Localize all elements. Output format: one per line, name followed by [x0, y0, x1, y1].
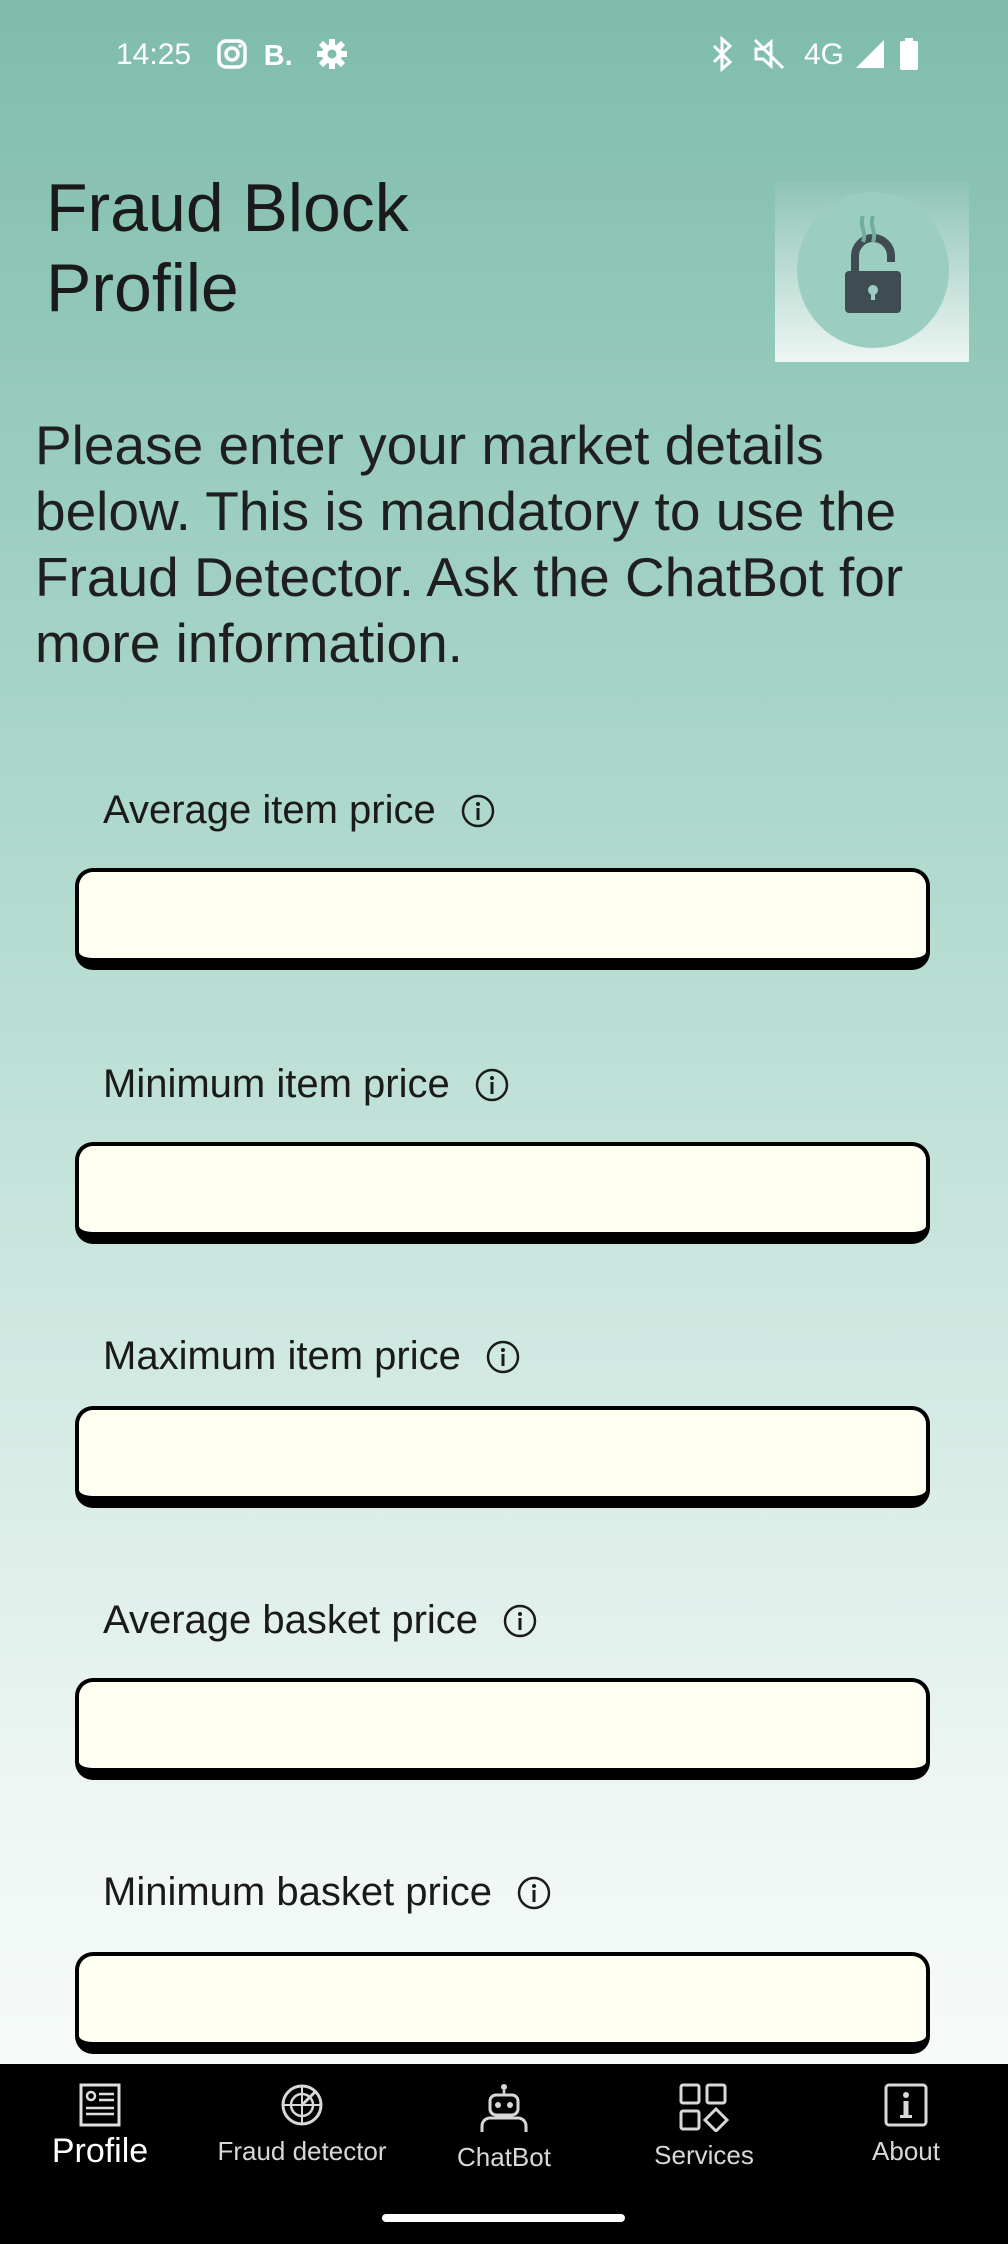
- minimum-item-price-input[interactable]: [75, 1142, 930, 1244]
- gear-icon: [317, 39, 347, 69]
- home-indicator[interactable]: [382, 2214, 625, 2222]
- svg-text:B.: B.: [264, 40, 293, 72]
- nav-label: Services: [654, 2140, 754, 2170]
- radar-icon: [281, 2084, 323, 2126]
- nav-item-fraud-detector[interactable]: Fraud detector: [202, 2082, 402, 2212]
- maximum-item-price-input[interactable]: [75, 1406, 930, 1508]
- lock-icon: [845, 216, 901, 313]
- profile-icon: [79, 2083, 121, 2127]
- bluetooth-icon: [712, 36, 733, 72]
- nav-label: Fraud detector: [217, 2136, 387, 2166]
- nav-item-about[interactable]: About: [806, 2082, 1006, 2212]
- minimum-basket-price-input[interactable]: [75, 1952, 930, 2054]
- average-basket-price-label: Average basket price: [103, 1598, 538, 1643]
- grid-icon: [679, 2083, 730, 2132]
- info-icon[interactable]: [474, 1067, 510, 1103]
- nav-label: About: [872, 2136, 940, 2166]
- info-icon: [884, 2083, 928, 2127]
- bottom-nav: Profile Fraud detector ChatBot Services …: [0, 2064, 1008, 2244]
- average-basket-price-input[interactable]: [75, 1678, 930, 1780]
- app-logo: [775, 182, 969, 362]
- nav-item-services[interactable]: Services: [604, 2082, 804, 2212]
- field-label-text: Minimum basket price: [103, 1870, 493, 1914]
- status-time: 14:25: [116, 38, 192, 71]
- intro-text: Please enter your market details below. …: [35, 414, 904, 674]
- nav-label: ChatBot: [457, 2142, 551, 2172]
- signal-icon: [856, 40, 884, 68]
- info-icon[interactable]: [502, 1603, 538, 1639]
- nav-item-profile[interactable]: Profile: [0, 2082, 200, 2212]
- field-label-text: Average basket price: [103, 1598, 479, 1642]
- minimum-item-price-label: Minimum item price: [103, 1062, 510, 1107]
- info-icon[interactable]: [485, 1339, 521, 1375]
- field-label-text: Minimum item price: [103, 1062, 450, 1106]
- nav-item-chatbot[interactable]: ChatBot: [404, 2082, 604, 2212]
- minimum-basket-price-label: Minimum basket price: [103, 1870, 552, 1915]
- booking-icon: B.: [264, 40, 293, 72]
- maximum-item-price-label: Maximum item price: [103, 1334, 521, 1379]
- network-type: 4G: [804, 38, 845, 71]
- nav-label: Profile: [51, 2132, 149, 2170]
- instagram-icon: [217, 39, 247, 69]
- page-title: Fraud Block Profile: [46, 170, 409, 326]
- average-item-price-input[interactable]: [75, 868, 930, 970]
- status-bar: 14:25 B. 4G: [0, 0, 1008, 115]
- battery-icon: [900, 38, 918, 70]
- info-icon[interactable]: [516, 1875, 552, 1911]
- field-label-text: Average item price: [103, 788, 436, 832]
- average-item-price-label: Average item price: [103, 788, 496, 833]
- robot-icon: [480, 2084, 528, 2132]
- field-label-text: Maximum item price: [103, 1334, 461, 1378]
- info-icon[interactable]: [460, 793, 496, 829]
- mute-icon: [753, 38, 785, 70]
